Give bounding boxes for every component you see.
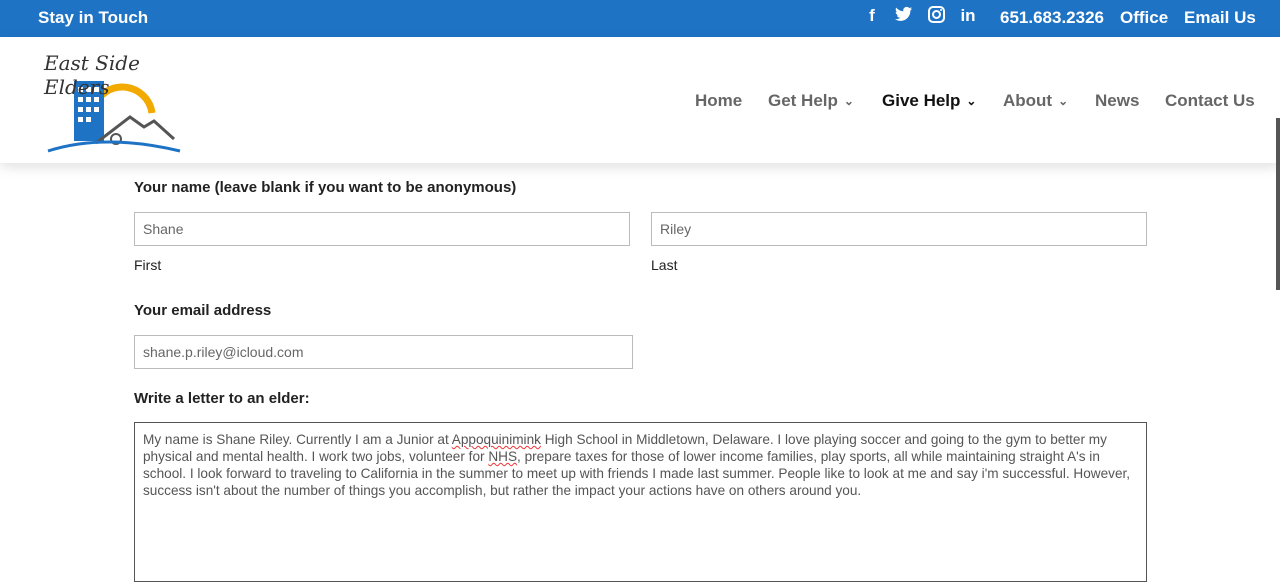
nav-about-label: About	[1003, 91, 1053, 110]
name-label: Your name (leave blank if you want to be…	[134, 179, 517, 196]
letter-text: My name is Shane Riley. Currently I am a…	[143, 432, 452, 447]
last-name-value: Riley	[660, 221, 692, 237]
nav-give-help[interactable]: Give Help ⌄	[882, 91, 976, 111]
first-name-field[interactable]: Shane	[134, 212, 630, 246]
twitter-icon[interactable]	[894, 6, 914, 26]
first-sublabel: First	[134, 257, 162, 273]
site-header: East Side Elders Home Get Help ⌄ Give He…	[0, 37, 1280, 163]
page-scrollbar[interactable]	[1276, 118, 1280, 290]
chevron-down-icon: ⌄	[966, 94, 977, 108]
nav-home[interactable]: Home	[695, 91, 742, 111]
nav-contact-us[interactable]: Contact Us	[1165, 91, 1255, 111]
chevron-down-icon: ⌄	[1058, 94, 1069, 108]
nav-about[interactable]: About ⌄	[1003, 91, 1068, 111]
nav-news[interactable]: News	[1095, 91, 1139, 111]
logo-text: East Side Elders	[44, 51, 140, 99]
nav-get-help-label: Get Help	[768, 91, 838, 110]
facebook-icon[interactable]: f	[862, 6, 882, 26]
letter-label: Write a letter to an elder:	[134, 390, 310, 407]
email-label: Your email address	[134, 302, 272, 319]
nav-news-label: News	[1095, 91, 1140, 110]
last-sublabel: Last	[651, 257, 678, 273]
nav-get-help[interactable]: Get Help ⌄	[768, 91, 854, 111]
last-name-field[interactable]: Riley	[651, 212, 1147, 246]
stay-in-touch-label: Stay in Touch	[38, 8, 149, 27]
top-bar: Stay in Touch f in 651.683.2326 Office E…	[0, 0, 1280, 37]
phone-link[interactable]: 651.683.2326	[1000, 8, 1104, 28]
email-us-link[interactable]: Email Us	[1184, 8, 1256, 28]
letter-textarea[interactable]: My name is Shane Riley. Currently I am a…	[134, 422, 1147, 582]
nav-contact-us-label: Contact Us	[1165, 91, 1255, 110]
instagram-icon[interactable]	[926, 6, 946, 26]
nav-home-label: Home	[695, 91, 743, 110]
linkedin-icon[interactable]: in	[958, 6, 978, 26]
email-value: shane.p.riley@icloud.com	[143, 344, 304, 360]
site-logo[interactable]: East Side Elders	[34, 51, 194, 155]
nav-give-help-label: Give Help	[882, 91, 961, 110]
first-name-value: Shane	[143, 221, 184, 237]
email-field[interactable]: shane.p.riley@icloud.com	[134, 335, 633, 369]
misspelled-word: Appoquinimink	[451, 432, 541, 447]
social-links: f in	[862, 6, 978, 26]
chevron-down-icon: ⌄	[843, 94, 854, 108]
misspelled-word: NHS	[488, 449, 518, 464]
office-link[interactable]: Office	[1120, 8, 1168, 28]
